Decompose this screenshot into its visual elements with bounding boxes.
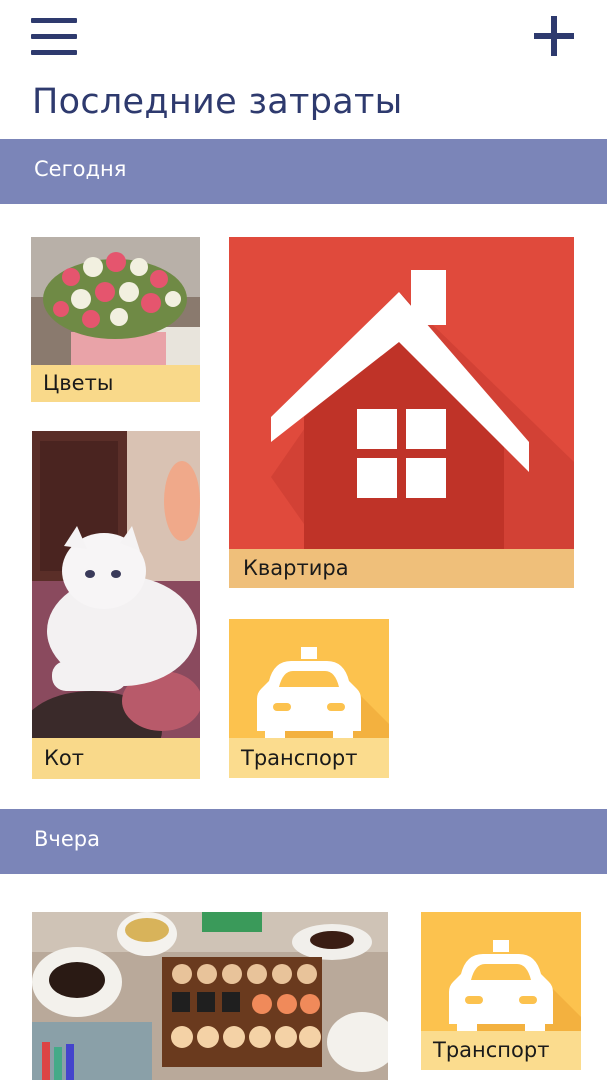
- section-label: Вчера: [34, 827, 100, 851]
- tile-apartment[interactable]: Квартира: [229, 237, 574, 588]
- house-icon: [229, 237, 574, 588]
- tile-flowers[interactable]: Цветы: [31, 237, 200, 402]
- tile-label: Цветы: [31, 365, 200, 402]
- tile-cat[interactable]: Кот: [32, 431, 200, 779]
- tile-label: Транспорт: [229, 738, 389, 778]
- tile-sushi[interactable]: [32, 912, 388, 1080]
- add-expense-button[interactable]: [534, 16, 574, 56]
- sushi-photo: [32, 912, 388, 1080]
- cat-photo: [32, 431, 200, 779]
- tile-transport-today[interactable]: Транспорт: [229, 619, 389, 778]
- tile-label: Квартира: [229, 549, 574, 588]
- menu-button[interactable]: [31, 18, 77, 56]
- hamburger-icon: [31, 18, 77, 23]
- page-title: Последние затраты: [32, 82, 403, 122]
- section-header-today: Сегодня: [0, 139, 607, 204]
- section-header-yesterday: Вчера: [0, 809, 607, 874]
- section-label: Сегодня: [34, 157, 127, 181]
- tile-transport-yesterday[interactable]: Транспорт: [421, 912, 581, 1070]
- tile-label: Кот: [32, 738, 200, 779]
- tile-label: Транспорт: [421, 1031, 581, 1070]
